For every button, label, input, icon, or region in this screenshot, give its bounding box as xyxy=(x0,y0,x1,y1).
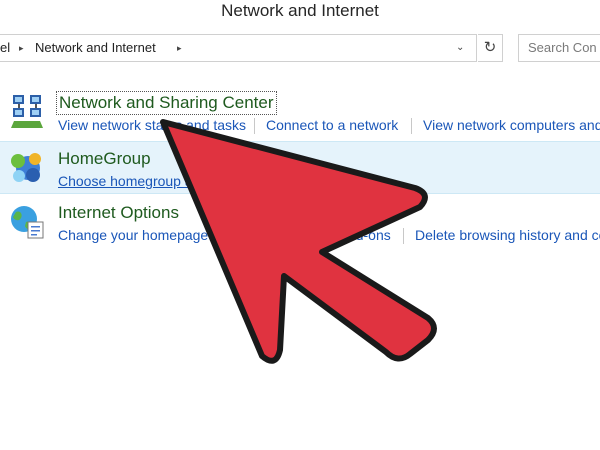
view-network-status-link[interactable]: View network status and tasks xyxy=(58,117,246,133)
delete-browsing-history-link[interactable]: Delete browsing history and co xyxy=(415,227,600,243)
title-bar: Network and Internet xyxy=(0,0,600,30)
breadcrumb-control-panel[interactable]: el xyxy=(0,35,10,61)
view-network-computers-link[interactable]: View network computers and xyxy=(423,117,600,133)
manage-add-ons-link[interactable]: Manage browser add-ons xyxy=(232,227,391,243)
link-separator xyxy=(403,228,404,244)
link-separator xyxy=(411,118,412,134)
search-placeholder: Search Con xyxy=(528,40,597,55)
internet-options-link[interactable]: Internet Options xyxy=(58,203,179,223)
network-and-sharing-center-link[interactable]: Network and Sharing Center xyxy=(56,91,277,115)
breadcrumb-chevron-icon[interactable]: ▸ xyxy=(19,35,24,61)
category-homegroup[interactable]: HomeGroup Choose homegroup and sharing o… xyxy=(0,141,600,194)
connect-to-network-link[interactable]: Connect to a network xyxy=(266,117,398,133)
internet-options-icon xyxy=(11,206,44,239)
link-separator xyxy=(254,118,255,134)
refresh-icon: ↻ xyxy=(483,39,497,56)
window-title: Network and Internet xyxy=(221,1,379,20)
navigation-bar: el ▸ Network and Internet ▸ ⌄ ↻ Search C… xyxy=(0,34,600,62)
category-internet-options: Internet Options Change your homepage Ma… xyxy=(0,196,600,248)
refresh-button[interactable]: ↻ xyxy=(478,34,503,62)
breadcrumb-chevron-icon[interactable]: ▸ xyxy=(177,35,182,61)
search-input[interactable]: Search Con xyxy=(518,34,600,62)
breadcrumb-network-and-internet[interactable]: Network and Internet xyxy=(35,35,156,61)
link-separator xyxy=(220,228,221,244)
address-bar[interactable]: el ▸ Network and Internet ▸ ⌄ xyxy=(0,34,477,62)
homegroup-icon xyxy=(11,153,41,182)
change-homepage-link[interactable]: Change your homepage xyxy=(58,227,208,243)
category-network-and-sharing-center: Network and Sharing Center View network … xyxy=(0,86,600,138)
network-sharing-icon xyxy=(11,95,43,128)
address-dropdown-icon[interactable]: ⌄ xyxy=(456,35,464,61)
choose-homegroup-link[interactable]: Choose homegroup and sharing options xyxy=(58,173,307,189)
homegroup-link[interactable]: HomeGroup xyxy=(58,149,151,169)
